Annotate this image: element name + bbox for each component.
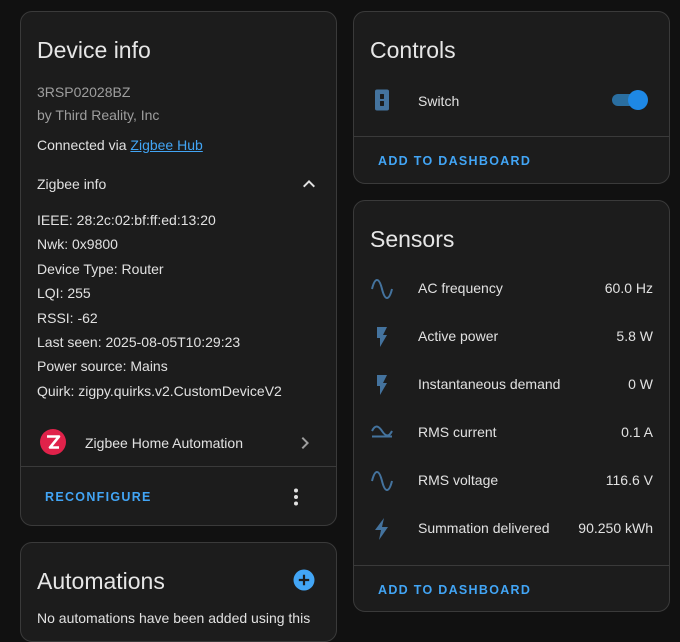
zigbee-last-seen: Last seen: 2025-08-05T10:29:23	[37, 334, 241, 350]
zigbee-info-title: Zigbee info	[37, 176, 107, 192]
sensors-title: Sensors	[370, 226, 455, 252]
sensor-name: Instantaneous demand	[418, 376, 561, 392]
sensor-name: Summation delivered	[418, 520, 550, 536]
toggle-thumb	[628, 90, 648, 110]
sensors-divider	[354, 565, 669, 566]
sensor-value: 5.8 W	[616, 328, 653, 344]
sensor-row-rms-current[interactable]: RMS current 0.1 A	[354, 409, 669, 457]
current-ac-icon	[371, 425, 393, 438]
reconfigure-button[interactable]: RECONFIGURE	[45, 490, 152, 504]
connected-via-label: Connected via	[37, 137, 131, 153]
sensor-value: 116.6 V	[605, 472, 653, 488]
switch-row[interactable]: Switch	[354, 76, 669, 124]
lightning-icon	[375, 518, 388, 540]
device-model: 3RSP02028BZ	[37, 84, 131, 100]
flash-icon	[377, 375, 387, 395]
sensor-value: 60.0 Hz	[604, 280, 653, 296]
zigbee-info-expander[interactable]: Zigbee info	[21, 164, 336, 204]
sensor-row-ac-frequency[interactable]: AC frequency 60.0 Hz	[354, 265, 669, 313]
zigbee-power-source: Power source: Mains	[37, 358, 168, 374]
controls-card: Controls Switch ADD TO DASHBOARD	[353, 11, 670, 184]
sensor-row-summation-delivered[interactable]: Summation delivered 90.250 kWh	[354, 505, 669, 553]
zha-logo-icon	[40, 429, 66, 455]
zigbee-rssi: RSSI: -62	[37, 310, 98, 326]
sensors-card: Sensors AC frequency 60.0 Hz Active powe…	[353, 200, 670, 612]
more-vert-icon[interactable]	[284, 485, 308, 509]
sine-wave-icon	[371, 471, 393, 491]
device-info-divider	[21, 466, 336, 467]
add-automation-icon[interactable]	[292, 568, 316, 592]
zigbee-device-type: Device Type: Router	[37, 261, 164, 277]
flash-icon	[377, 327, 387, 347]
zigbee-lqi: LQI: 255	[37, 285, 91, 301]
zigbee-quirk: Quirk: zigpy.quirks.v2.CustomDeviceV2	[37, 383, 282, 399]
controls-add-to-dashboard-button[interactable]: ADD TO DASHBOARD	[378, 154, 531, 168]
sensor-row-rms-voltage[interactable]: RMS voltage 116.6 V	[354, 457, 669, 505]
device-info-card: Device info 3RSP02028BZ by Third Reality…	[20, 11, 337, 526]
automations-card: Automations No automations have been add…	[20, 542, 337, 642]
controls-title: Controls	[370, 37, 456, 63]
switch-label: Switch	[418, 93, 460, 109]
controls-divider	[354, 136, 669, 137]
chevron-right-icon	[301, 437, 309, 449]
sensor-value: 0.1 A	[621, 424, 653, 440]
sensors-add-to-dashboard-button[interactable]: ADD TO DASHBOARD	[378, 583, 531, 597]
sensor-value: 90.250 kWh	[578, 520, 653, 536]
automations-empty-text: No automations have been added using thi…	[37, 610, 311, 626]
sensor-name: Active power	[418, 328, 499, 344]
device-manufacturer: by Third Reality, Inc	[37, 107, 160, 123]
zigbee-nwk: Nwk: 0x9800	[37, 236, 118, 252]
sensor-row-instantaneous-demand[interactable]: Instantaneous demand 0 W	[354, 361, 669, 409]
power-socket-icon	[375, 89, 389, 111]
chevron-up-icon	[303, 180, 315, 188]
sensor-name: RMS voltage	[418, 472, 499, 488]
integration-label: Zigbee Home Automation	[85, 435, 243, 451]
integration-row[interactable]: Zigbee Home Automation	[21, 418, 336, 466]
sensor-name: AC frequency	[418, 280, 503, 296]
sine-wave-icon	[371, 279, 393, 299]
zigbee-hub-link[interactable]: Zigbee Hub	[130, 137, 202, 153]
zigbee-ieee: IEEE: 28:2c:02:bf:ff:ed:13:20	[37, 212, 216, 228]
connected-via: Connected via Zigbee Hub	[37, 137, 203, 153]
sensor-name: RMS current	[418, 424, 497, 440]
sensor-row-active-power[interactable]: Active power 5.8 W	[354, 313, 669, 361]
device-info-title: Device info	[37, 37, 151, 63]
switch-toggle[interactable]	[612, 90, 648, 110]
sensor-value: 0 W	[628, 376, 653, 392]
automations-title: Automations	[37, 568, 165, 594]
